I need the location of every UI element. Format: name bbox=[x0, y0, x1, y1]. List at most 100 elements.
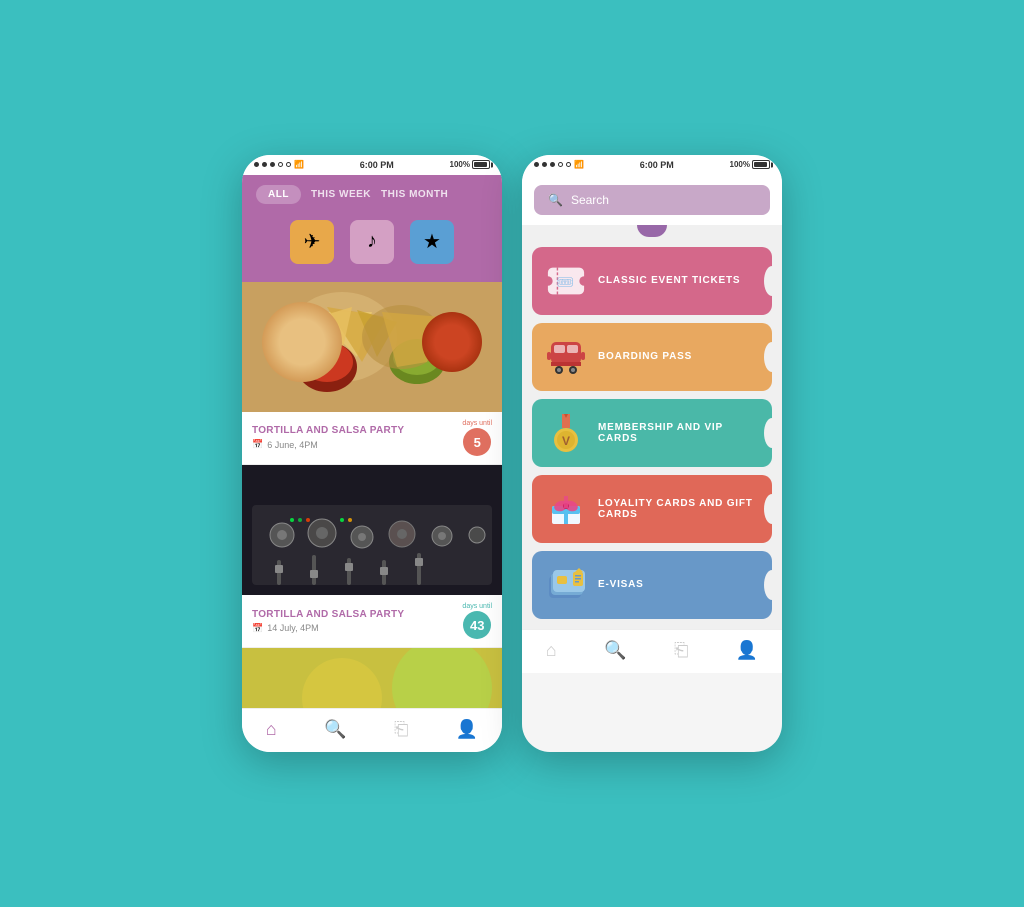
event-info-1: TORTILLA AND SALSA PARTY 📅 6 June, 4PM d… bbox=[242, 412, 502, 465]
food-image bbox=[242, 282, 502, 412]
days-badge-1: days until 5 bbox=[462, 420, 492, 456]
category-icons: ✈ ♪ ★ bbox=[256, 216, 488, 268]
plane-symbol: ✈ bbox=[304, 229, 321, 254]
bus-svg bbox=[547, 340, 585, 374]
event-date-1: 📅 6 June, 4PM bbox=[252, 439, 404, 450]
purple-notch bbox=[637, 225, 667, 237]
music-ticket-icon[interactable]: ♪ bbox=[350, 220, 394, 264]
star-ticket-icon[interactable]: ★ bbox=[410, 220, 454, 264]
visa-svg bbox=[547, 568, 585, 602]
right-top-section: 🔍 Search bbox=[522, 175, 782, 225]
event-date-2: 📅 14 July, 4PM bbox=[252, 623, 404, 634]
category-loyalty[interactable]: LOYALITY CARDS AND GIFT CARDS bbox=[532, 475, 772, 543]
app-container: 📶 6:00 PM 100% ALL THIS WEEK THIS MONTH … bbox=[222, 135, 802, 773]
battery-left: 100% bbox=[450, 160, 490, 169]
r-signal-dot-2 bbox=[542, 162, 547, 167]
signal-dot-4 bbox=[278, 162, 283, 167]
gift-svg bbox=[549, 492, 583, 526]
star-symbol: ★ bbox=[423, 229, 441, 254]
bottom-nav-right: ⌂ 🔍 ⎗ 👤 bbox=[522, 629, 782, 673]
nav-search-right[interactable]: 🔍 bbox=[604, 640, 626, 661]
event-details-2: TORTILLA AND SALSA PARTY 📅 14 July, 4PM bbox=[252, 609, 404, 634]
bottom-nav-left: ⌂ 🔍 ⎗ 👤 bbox=[242, 708, 502, 752]
event-title-1: TORTILLA AND SALSA PARTY bbox=[252, 425, 404, 436]
yellow-svg bbox=[242, 648, 502, 708]
signal-dot-3 bbox=[270, 162, 275, 167]
nav-home-left[interactable]: ⌂ bbox=[266, 719, 277, 740]
r-signal-dot-4 bbox=[558, 162, 563, 167]
left-header: ALL THIS WEEK THIS MONTH ✈ ♪ ★ bbox=[242, 175, 502, 282]
nav-profile-right[interactable]: 👤 bbox=[736, 640, 758, 661]
days-label-1: days until bbox=[462, 420, 492, 428]
days-badge-2: days until 43 bbox=[462, 603, 492, 639]
time-right: 6:00 PM bbox=[640, 160, 674, 170]
r-signal-dot-1 bbox=[534, 162, 539, 167]
nav-home-right[interactable]: ⌂ bbox=[546, 640, 557, 661]
signal-dot-1 bbox=[254, 162, 259, 167]
category-evisas[interactable]: E-VISAS bbox=[532, 551, 772, 619]
dj-image bbox=[242, 465, 502, 595]
nav-search-left[interactable]: 🔍 bbox=[324, 719, 346, 740]
category-boarding-pass[interactable]: BOARDING PASS bbox=[532, 323, 772, 391]
search-icon: 🔍 bbox=[548, 193, 563, 207]
events-list: TORTILLA AND SALSA PARTY 📅 6 June, 4PM d… bbox=[242, 282, 502, 709]
right-phone: 📶 6:00 PM 100% 🔍 Search bbox=[522, 155, 782, 753]
time-left: 6:00 PM bbox=[360, 160, 394, 170]
battery-icon-left bbox=[472, 160, 490, 169]
dj-svg bbox=[242, 465, 502, 595]
event-info-2: TORTILLA AND SALSA PARTY 📅 14 July, 4PM … bbox=[242, 595, 502, 648]
calendar-icon-2: 📅 bbox=[252, 623, 263, 634]
filter-this-month[interactable]: THIS MONTH bbox=[381, 189, 448, 200]
wifi-icon: 📶 bbox=[294, 160, 304, 169]
category-classic-tickets[interactable]: 🎟 CLASSIC EVENT TICKETS bbox=[532, 247, 772, 315]
r-wifi-icon: 📶 bbox=[574, 160, 584, 169]
evisas-label: E-VISAS bbox=[598, 579, 644, 590]
search-bar[interactable]: 🔍 Search bbox=[534, 185, 770, 215]
nav-profile-left[interactable]: 👤 bbox=[456, 719, 478, 740]
ticket-icon: 🎟 bbox=[546, 261, 586, 301]
search-placeholder: Search bbox=[571, 193, 609, 207]
filter-tabs: ALL THIS WEEK THIS MONTH bbox=[256, 185, 488, 204]
loyalty-label: LOYALITY CARDS AND GIFT CARDS bbox=[598, 498, 758, 520]
nav-share-right[interactable]: ⎗ bbox=[674, 640, 688, 661]
bus-icon bbox=[546, 337, 586, 377]
signal-area: 📶 bbox=[254, 160, 304, 169]
battery-icon-right bbox=[752, 160, 770, 169]
event-card-2[interactable]: TORTILLA AND SALSA PARTY 📅 14 July, 4PM … bbox=[242, 465, 502, 648]
battery-right: 100% bbox=[730, 160, 770, 169]
boarding-pass-label: BOARDING PASS bbox=[598, 351, 692, 362]
event-title-2: TORTILLA AND SALSA PARTY bbox=[252, 609, 404, 620]
calendar-icon-1: 📅 bbox=[252, 439, 263, 450]
signal-dot-5 bbox=[286, 162, 291, 167]
event-card-1[interactable]: TORTILLA AND SALSA PARTY 📅 6 June, 4PM d… bbox=[242, 282, 502, 465]
nav-share-left[interactable]: ⎗ bbox=[394, 719, 408, 740]
membership-label: MEMBERSHIP AND VIP CARDS bbox=[598, 422, 758, 444]
ticket-svg: 🎟 bbox=[546, 265, 586, 297]
days-count-2: 43 bbox=[463, 611, 491, 639]
r-signal-dot-3 bbox=[550, 162, 555, 167]
battery-fill-left bbox=[474, 162, 487, 167]
svg-text:🎟: 🎟 bbox=[557, 274, 574, 289]
status-bar-left: 📶 6:00 PM 100% bbox=[242, 155, 502, 175]
battery-fill-right bbox=[754, 162, 767, 167]
signal-dot-2 bbox=[262, 162, 267, 167]
status-bar-right: 📶 6:00 PM 100% bbox=[522, 155, 782, 175]
category-membership[interactable]: V MEMBERSHIP AND VIP CARDS bbox=[532, 399, 772, 467]
notch-area bbox=[522, 225, 782, 237]
left-phone: 📶 6:00 PM 100% ALL THIS WEEK THIS MONTH … bbox=[242, 155, 502, 753]
signal-area-right: 📶 bbox=[534, 160, 584, 169]
music-symbol: ♪ bbox=[367, 230, 377, 253]
medal-svg: V bbox=[550, 414, 582, 452]
visa-icon bbox=[546, 565, 586, 605]
r-signal-dot-5 bbox=[566, 162, 571, 167]
food-svg bbox=[242, 282, 502, 412]
yellow-preview bbox=[242, 648, 502, 708]
classic-tickets-label: CLASSIC EVENT TICKETS bbox=[598, 275, 740, 286]
filter-this-week[interactable]: THIS WEEK bbox=[311, 189, 371, 200]
categories-list: 🎟 CLASSIC EVENT TICKETS bbox=[522, 237, 782, 629]
filter-all[interactable]: ALL bbox=[256, 185, 301, 204]
days-count-1: 5 bbox=[463, 428, 491, 456]
svg-text:V: V bbox=[562, 434, 570, 448]
gift-icon bbox=[546, 489, 586, 529]
plane-ticket-icon[interactable]: ✈ bbox=[290, 220, 334, 264]
